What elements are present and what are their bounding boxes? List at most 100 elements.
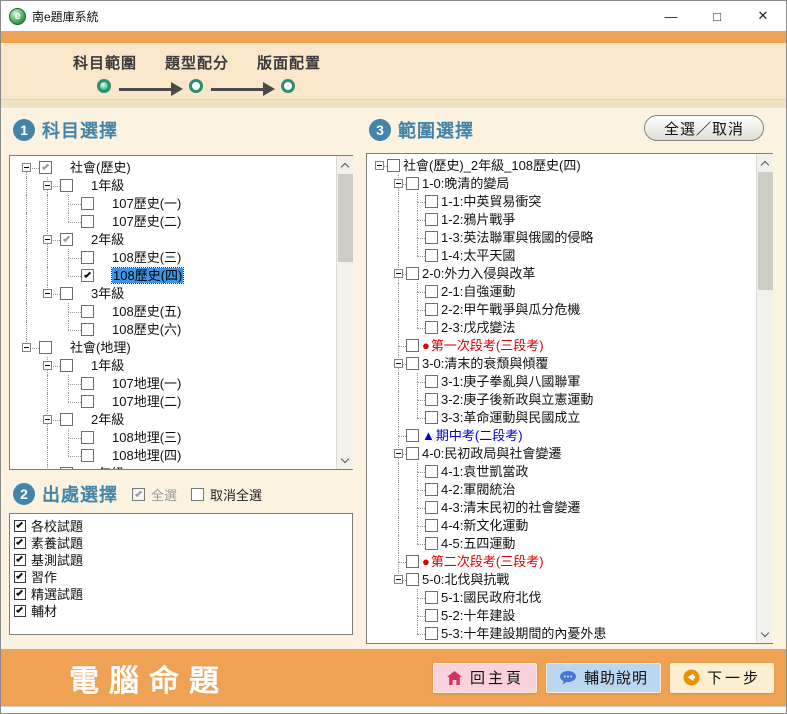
tree-row[interactable]: 108歷史(四) bbox=[10, 267, 352, 285]
tree-checkbox[interactable] bbox=[406, 177, 419, 190]
tree-checkbox[interactable] bbox=[81, 305, 94, 318]
tree-row[interactable]: 社會(歷史)_2年級_108歷史(四) bbox=[367, 157, 772, 175]
tree-item-label[interactable]: 107地理(一) bbox=[112, 375, 181, 393]
deselect-all-checkbox[interactable] bbox=[191, 488, 204, 501]
source-list[interactable]: 各校試題素養試題基測試題習作精選試題輔材 bbox=[9, 513, 353, 635]
home-button[interactable]: 回主頁 bbox=[433, 663, 537, 693]
tree-checkbox[interactable] bbox=[425, 483, 438, 496]
tree-row[interactable]: 4-2:軍閥統治 bbox=[367, 481, 772, 499]
tree-expander-minus-icon[interactable] bbox=[43, 469, 52, 470]
tree-row[interactable]: 4-1:袁世凱當政 bbox=[367, 463, 772, 481]
vertical-scrollbar[interactable] bbox=[336, 156, 353, 469]
range-tree[interactable]: 社會(歷史)_2年級_108歷史(四)1-0:晚清的變局1-1:中英貿易衝突1-… bbox=[366, 153, 773, 644]
tree-checkbox[interactable] bbox=[406, 267, 419, 280]
tree-checkbox[interactable] bbox=[406, 429, 419, 442]
tree-row[interactable]: 108歷史(六) bbox=[10, 321, 352, 339]
tree-row[interactable]: 3-1:庚子拳亂與八國聯軍 bbox=[367, 373, 772, 391]
tree-checkbox[interactable] bbox=[425, 411, 438, 424]
tree-checkbox[interactable] bbox=[425, 321, 438, 334]
tree-row[interactable]: ●第二次段考(三段考) bbox=[367, 553, 772, 571]
tree-item-label[interactable]: 108地理(四) bbox=[112, 447, 181, 465]
tree-row[interactable]: 1-0:晚清的變局 bbox=[367, 175, 772, 193]
tree-row[interactable]: 2年級 bbox=[10, 231, 352, 249]
tree-checkbox[interactable] bbox=[425, 519, 438, 532]
tree-checkbox[interactable] bbox=[406, 555, 419, 568]
tree-row[interactable]: 2-3:戊戌變法 bbox=[367, 319, 772, 337]
tree-expander-minus-icon[interactable] bbox=[394, 269, 403, 278]
tree-row[interactable]: 108地理(三) bbox=[10, 429, 352, 447]
tree-checkbox[interactable] bbox=[81, 215, 94, 228]
tree-checkbox[interactable] bbox=[406, 447, 419, 460]
tree-expander-minus-icon[interactable] bbox=[43, 361, 52, 370]
tree-row[interactable]: 社會(歷史) bbox=[10, 159, 352, 177]
tree-item-label[interactable]: 社會(歷史) bbox=[70, 159, 131, 177]
tree-item-label[interactable]: 2年級 bbox=[91, 411, 124, 429]
tree-item-label[interactable]: 3年級 bbox=[91, 465, 124, 470]
tree-item-label[interactable]: 108歷史(六) bbox=[112, 321, 181, 339]
tree-row[interactable]: 107地理(二) bbox=[10, 393, 352, 411]
tree-row[interactable]: 4-4:新文化運動 bbox=[367, 517, 772, 535]
tree-checkbox[interactable] bbox=[425, 285, 438, 298]
tree-checkbox[interactable] bbox=[60, 287, 73, 300]
source-list-item[interactable]: 精選試題 bbox=[14, 585, 348, 602]
tree-checkbox[interactable] bbox=[425, 249, 438, 262]
tree-checkbox[interactable] bbox=[60, 413, 73, 426]
tree-row[interactable]: 4-3:清末民初的社會變遷 bbox=[367, 499, 772, 517]
tree-row[interactable]: 1-1:中英貿易衝突 bbox=[367, 193, 772, 211]
tree-item-label[interactable]: ▲期中考(二段考) bbox=[422, 427, 523, 445]
tree-expander-minus-icon[interactable] bbox=[375, 161, 384, 170]
tree-item-label[interactable]: 3-1:庚子拳亂與八國聯軍 bbox=[441, 373, 580, 391]
vertical-scrollbar[interactable] bbox=[756, 154, 773, 643]
tree-checkbox[interactable] bbox=[406, 573, 419, 586]
scroll-down-icon[interactable] bbox=[757, 626, 773, 642]
tree-checkbox[interactable] bbox=[81, 251, 94, 264]
help-button[interactable]: 輔助說明 bbox=[546, 663, 661, 693]
tree-checkbox[interactable] bbox=[387, 159, 400, 172]
source-item-checkbox[interactable] bbox=[14, 588, 26, 600]
tree-expander-minus-icon[interactable] bbox=[43, 181, 52, 190]
source-item-checkbox[interactable] bbox=[14, 537, 26, 549]
tree-item-label[interactable]: ●第二次段考(三段考) bbox=[422, 553, 544, 571]
tree-item-label[interactable]: 社會(歷史)_2年級_108歷史(四) bbox=[403, 157, 581, 175]
tree-checkbox[interactable] bbox=[425, 591, 438, 604]
tree-row[interactable]: 108地理(四) bbox=[10, 447, 352, 465]
tree-row[interactable]: 1-3:英法聯軍與俄國的侵略 bbox=[367, 229, 772, 247]
tree-expander-minus-icon[interactable] bbox=[22, 343, 31, 352]
tree-row[interactable]: ●第一次段考(三段考) bbox=[367, 337, 772, 355]
tree-row[interactable]: 5-1:國民政府北伐 bbox=[367, 589, 772, 607]
tree-item-label[interactable]: 1-3:英法聯軍與俄國的侵略 bbox=[441, 229, 593, 247]
source-list-item[interactable]: 輔材 bbox=[14, 602, 348, 619]
tree-row[interactable]: 107歷史(一) bbox=[10, 195, 352, 213]
tree-checkbox[interactable] bbox=[60, 179, 73, 192]
select-toggle-button[interactable]: 全選／取消 bbox=[644, 115, 764, 141]
deselect-all-option[interactable]: 取消全選 bbox=[191, 485, 262, 504]
tree-row[interactable]: 2-1:自強運動 bbox=[367, 283, 772, 301]
tree-row[interactable]: 3-0:清末的衰頹與傾覆 bbox=[367, 355, 772, 373]
scrollbar-thumb[interactable] bbox=[338, 174, 353, 262]
tree-item-label[interactable]: 1年級 bbox=[91, 177, 124, 195]
tree-item-label[interactable]: 5-2:十年建設 bbox=[441, 607, 515, 625]
tree-checkbox[interactable] bbox=[60, 359, 73, 372]
tree-checkbox[interactable] bbox=[60, 233, 73, 246]
source-item-checkbox[interactable] bbox=[14, 520, 26, 532]
tree-expander-minus-icon[interactable] bbox=[394, 179, 403, 188]
tree-checkbox[interactable] bbox=[406, 357, 419, 370]
tree-expander-minus-icon[interactable] bbox=[394, 575, 403, 584]
tree-row[interactable]: 107地理(一) bbox=[10, 375, 352, 393]
subject-tree[interactable]: 社會(歷史)1年級107歷史(一)107歷史(二)2年級108歷史(三)108歷… bbox=[9, 155, 353, 470]
tree-item-label[interactable]: 108歷史(三) bbox=[112, 249, 181, 267]
tree-item-label[interactable]: 4-3:清末民初的社會變遷 bbox=[441, 499, 580, 517]
tree-checkbox[interactable] bbox=[81, 377, 94, 390]
tree-row[interactable]: 3年級 bbox=[10, 465, 352, 470]
tree-checkbox[interactable] bbox=[81, 197, 94, 210]
tree-checkbox[interactable] bbox=[425, 465, 438, 478]
tree-checkbox[interactable] bbox=[81, 449, 94, 462]
tree-item-label[interactable]: 1年級 bbox=[91, 357, 124, 375]
tree-checkbox[interactable] bbox=[425, 195, 438, 208]
minimize-button[interactable]: — bbox=[648, 1, 694, 31]
tree-item-label[interactable]: 1-0:晚清的變局 bbox=[422, 175, 509, 193]
tree-row[interactable]: 107歷史(二) bbox=[10, 213, 352, 231]
source-list-item[interactable]: 習作 bbox=[14, 568, 348, 585]
tree-item-label[interactable]: 1-2:鴉片戰爭 bbox=[441, 211, 515, 229]
tree-expander-minus-icon[interactable] bbox=[394, 449, 403, 458]
